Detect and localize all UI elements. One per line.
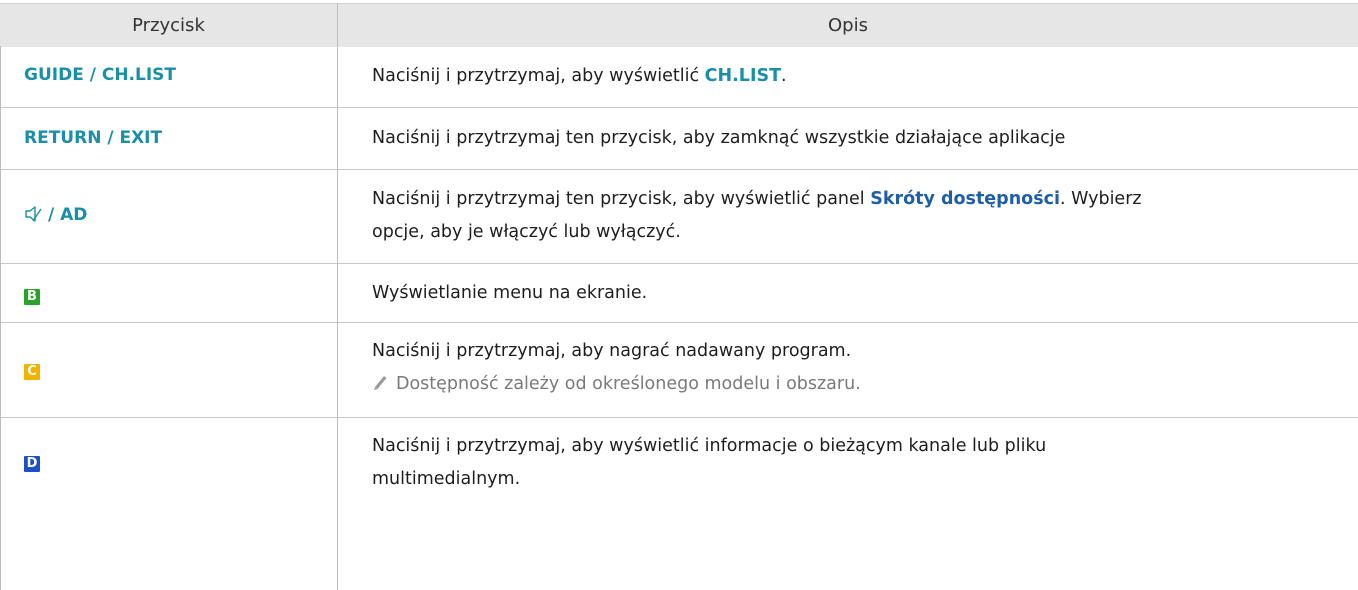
row-description: Naciśnij i przytrzymaj, aby wyświetlić i… <box>372 436 1047 489</box>
table-row: RETURN / EXIT Naciśnij i przytrzymaj ten… <box>0 108 1358 170</box>
key-b: B <box>24 285 40 305</box>
c-key-icon: C <box>24 364 40 380</box>
audio-description-icon <box>24 205 42 228</box>
key-d: D <box>24 452 40 472</box>
table-row: D Naciśnij i przytrzymaj, aby wyświetlić… <box>0 418 1358 590</box>
ch-list-link: CH.LIST <box>704 66 782 86</box>
header-przycisk: Przycisk <box>132 15 205 36</box>
b-key-icon: B <box>24 289 40 305</box>
table-row: B Wyświetlanie menu na ekranie. <box>0 264 1358 323</box>
note: Dostępność zależy od określonego modelu … <box>372 374 861 394</box>
table-row: C Naciśnij i przytrzymaj, aby nagrać nad… <box>0 323 1358 418</box>
table-row: / AD Naciśnij i przytrzymaj ten przycisk… <box>0 170 1358 264</box>
d-key-icon: D <box>24 456 40 472</box>
row-description: Wyświetlanie menu na ekranie. <box>372 283 648 303</box>
header-opis: Opis <box>828 15 868 36</box>
skroty-dostepnosci-link: Skróty dostępności <box>870 189 1060 209</box>
row-description: Naciśnij i przytrzymaj, aby wyświetlić C… <box>372 66 787 86</box>
table-header: Przycisk Opis <box>0 3 1358 47</box>
row-description: Naciśnij i przytrzymaj, aby nagrać nadaw… <box>372 335 1322 403</box>
table-row: GUIDE / CH.LIST Naciśnij i przytrzymaj, … <box>0 46 1358 108</box>
key-c: C <box>24 360 40 380</box>
key-ad: / AD <box>24 205 87 228</box>
key-return-exit: RETURN / EXIT <box>24 128 163 148</box>
pencil-icon <box>372 370 388 403</box>
key-guide-chlist: GUIDE / CH.LIST <box>24 65 177 85</box>
row-description: Naciśnij i przytrzymaj ten przycisk, aby… <box>372 128 1066 148</box>
row-description: Naciśnij i przytrzymaj ten przycisk, aby… <box>372 189 1142 242</box>
